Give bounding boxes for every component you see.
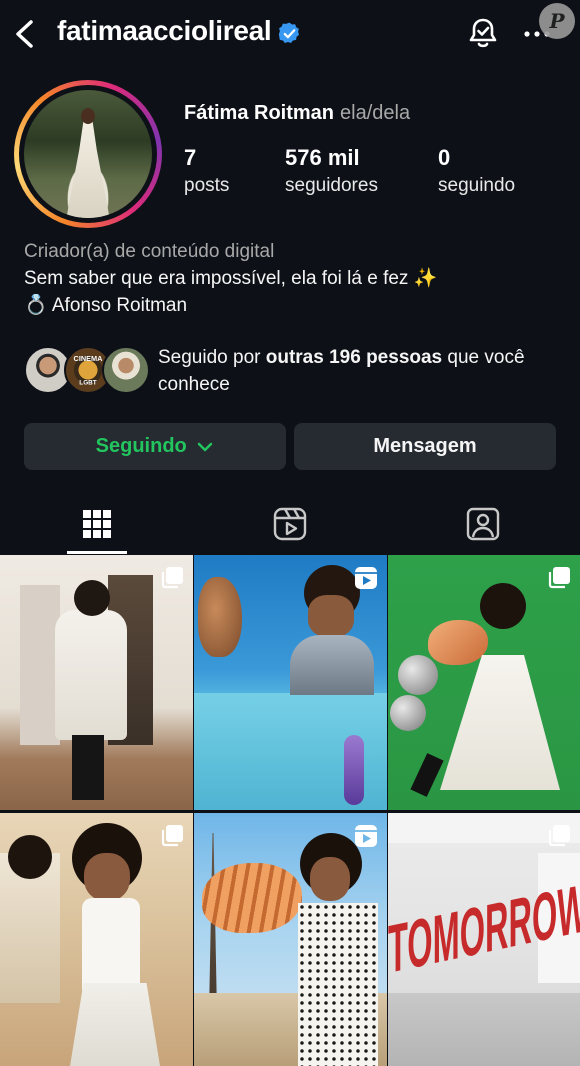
reels-icon bbox=[273, 507, 306, 541]
profile-category: Criador(a) de conteúdo digital bbox=[24, 241, 275, 262]
mutual-followers[interactable]: CINEMA LGBT Seguido por outras 196 pesso… bbox=[24, 344, 564, 398]
tomorrow-sign: TOMORROW bbox=[388, 873, 580, 988]
post-thumbnail[interactable]: TOMORROW bbox=[388, 813, 580, 1066]
tab-posts-grid[interactable] bbox=[0, 494, 193, 554]
following-button[interactable]: Seguindo bbox=[24, 423, 286, 470]
posts-grid: TOMORROW bbox=[0, 555, 580, 1066]
top-bar: fatimaacciolireal P bbox=[0, 0, 580, 70]
svg-text:TOMORROW: TOMORROW bbox=[388, 873, 580, 988]
post-thumbnail[interactable] bbox=[388, 555, 580, 810]
grid-icon bbox=[82, 510, 111, 538]
svg-text:LGBT: LGBT bbox=[79, 380, 97, 387]
mutual-followers-text: Seguido por outras 196 pessoas que você … bbox=[158, 347, 525, 395]
svg-text:CINEMA: CINEMA bbox=[74, 354, 104, 363]
bio-line[interactable]: 💍 Afonso Roitman bbox=[24, 292, 437, 319]
followers-stat[interactable]: 576 mil seguidores bbox=[285, 145, 378, 197]
following-stat[interactable]: 0 seguindo bbox=[438, 145, 515, 197]
active-tab-indicator bbox=[67, 551, 127, 554]
avatar bbox=[24, 90, 152, 218]
story-ring[interactable] bbox=[14, 80, 162, 228]
tab-reels[interactable] bbox=[193, 494, 386, 554]
profile-display-name: Fátima Roitman ela/dela bbox=[184, 102, 411, 124]
carousel-icon bbox=[161, 825, 183, 847]
pronouns: ela/dela bbox=[340, 102, 411, 124]
reel-icon bbox=[355, 567, 377, 589]
post-thumbnail[interactable] bbox=[0, 813, 193, 1066]
watermark-logo: P bbox=[539, 3, 575, 39]
carousel-icon bbox=[548, 567, 570, 589]
post-thumbnail[interactable] bbox=[194, 555, 387, 810]
post-thumbnail[interactable] bbox=[194, 813, 387, 1066]
verified-badge-icon bbox=[278, 22, 300, 43]
profile-tabs bbox=[0, 494, 580, 554]
back-arrow-icon[interactable] bbox=[10, 14, 40, 54]
tab-tagged[interactable] bbox=[386, 494, 579, 554]
post-thumbnail[interactable] bbox=[0, 555, 193, 810]
mutual-avatar bbox=[102, 346, 150, 394]
reel-icon bbox=[355, 825, 377, 847]
posts-stat[interactable]: 7 posts bbox=[184, 145, 229, 197]
bio-line: Sem saber que era impossível, ela foi lá… bbox=[24, 268, 438, 289]
message-button[interactable]: Mensagem bbox=[294, 423, 556, 470]
carousel-icon bbox=[161, 567, 183, 589]
notifications-bell-icon[interactable] bbox=[466, 16, 500, 50]
chevron-down-icon bbox=[198, 442, 213, 451]
carousel-icon bbox=[548, 825, 570, 847]
profile-username[interactable]: fatimaacciolireal bbox=[57, 15, 272, 47]
profile-bio: Criador(a) de conteúdo digital Sem saber… bbox=[24, 238, 437, 319]
tagged-icon bbox=[466, 507, 499, 541]
